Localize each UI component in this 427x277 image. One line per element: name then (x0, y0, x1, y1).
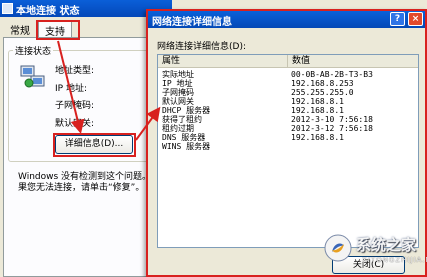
network-connection-icon (2, 3, 13, 14)
watermark-logo-icon (324, 234, 352, 262)
ip-address-label: IP 地址: (55, 84, 87, 94)
connection-status-label: 连接状态 (13, 44, 54, 57)
details-button-highlight (53, 133, 136, 157)
default-gateway-label: 默认网关: (55, 119, 95, 129)
support-tab-highlight (36, 20, 80, 40)
network-computers-icon (20, 65, 45, 88)
tab-general[interactable]: 常规 (4, 20, 36, 37)
watermark-name: 系统之家 (356, 236, 417, 254)
watermark: 系统之家 XITONGZHIJIA.NET (318, 228, 427, 277)
watermark-url: XITONGZHIJIA.NET (362, 256, 427, 264)
back-dialog-title: 本地连接 状态 (16, 6, 80, 17)
address-type-label: 地址类型: (55, 66, 95, 76)
subnet-mask-label: 子网掩码: (55, 101, 95, 111)
